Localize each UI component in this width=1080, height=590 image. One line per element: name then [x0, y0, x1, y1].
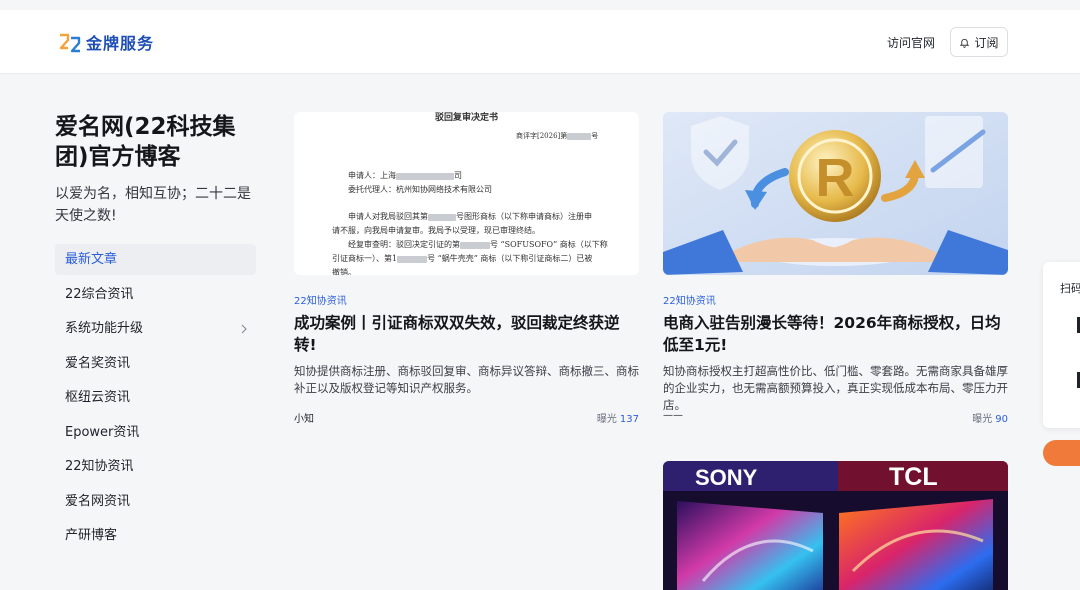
redaction: [460, 241, 490, 249]
logo-text: 金牌服务: [86, 34, 155, 53]
menu-item-latest[interactable]: 最新文章: [55, 244, 256, 275]
doc-text: 商评字[2026]第: [516, 132, 568, 140]
doc-paragraph-line: 撤销。: [332, 268, 356, 275]
menu-item-hub-cloud[interactable]: 枢纽云资讯: [55, 382, 256, 413]
visit-website-link[interactable]: 访问官网: [887, 34, 935, 51]
doc-text: 号: [591, 132, 599, 140]
doc-text: 号图形商标（以下称申请商标）注册申: [456, 212, 592, 221]
tv-brands-illustration: SONY TCL: [663, 461, 1008, 590]
category-menu: 最新文章 22综合资讯 系统功能升级 爱名奖资讯 枢纽云资讯 Epower资讯 …: [55, 244, 256, 555]
view-count: 曝光 90: [972, 410, 1008, 425]
article-card[interactable]: SONY TCL: [663, 461, 1008, 590]
article-title[interactable]: 成功案例丨引证商标双双失效，驳回裁定终获逆转!: [294, 312, 634, 356]
article-excerpt: 知协提供商标注册、商标驳回复审、商标异议答辩、商标撤三、商标补正以及版权登记等知…: [294, 364, 639, 395]
article-thumbnail[interactable]: R: [663, 112, 1008, 275]
view-count-value: 90: [995, 414, 1008, 425]
chevron-right-icon: [241, 324, 247, 334]
menu-item-aiming-news[interactable]: 爱名网资讯: [55, 486, 256, 517]
qr-panel-label: 扫码: [1060, 282, 1080, 295]
doc-text: 引证商标一）、第1: [332, 254, 398, 263]
article-title[interactable]: 电商入驻告别漫长等待！2026年商标授权，日均低至1元!: [663, 312, 1003, 356]
article-thumbnail[interactable]: 驳回复审决定书 商评字[2026]第 号 申请人：上海 司 委托代理人：杭州知协网络…: [294, 112, 639, 275]
category-tag[interactable]: 22知协资讯: [294, 292, 347, 307]
doc-heading: 驳回复审决定书: [435, 113, 499, 123]
site-description: 以爱为名，相知互协；二十二是天使之数!: [55, 186, 251, 224]
article-author: ——: [663, 410, 683, 421]
subscribe-button[interactable]: 订阅: [950, 27, 1008, 57]
subscribe-label: 订阅: [974, 35, 999, 50]
registered-mark-letter: R: [816, 148, 855, 208]
doc-text: 号 “蜗牛壳壳” 商标（以下称引证商标二）已被: [427, 254, 593, 263]
redaction: [396, 172, 454, 180]
logo[interactable]: 金牌服务: [58, 30, 154, 54]
menu-item-system-upgrade[interactable]: 系统功能升级: [55, 313, 256, 344]
trademark-illustration: R: [663, 112, 1008, 275]
redaction: [567, 132, 592, 140]
doc-agent: 委托代理人：杭州知协网络技术有限公司: [348, 185, 492, 194]
redaction: [428, 213, 456, 221]
doc-applicant: 申请人：上海 司: [348, 170, 462, 181]
doc-text: 号 “SOFUSOFO” 商标（以下称: [490, 240, 608, 249]
view-count: 曝光 137: [597, 410, 639, 425]
article-card[interactable]: 驳回复审决定书 商评字[2026]第 号 申请人：上海 司 委托代理人：杭州知协网络…: [294, 112, 639, 432]
view-count-label: 曝光: [596, 414, 617, 425]
view-count-value: 137: [619, 414, 639, 425]
view-count-label: 曝光: [972, 414, 993, 425]
floating-action-button[interactable]: [1043, 440, 1080, 466]
sidebar: 爱名网(22科技集团)官方博客 以爱为名，相知互协；二十二是天使之数! 最新文章…: [55, 112, 260, 543]
doc-text: 申请人：上海: [348, 171, 396, 180]
doc-paragraph-line: 申请人对我局驳回其第 号图形商标（以下称申请商标）注册申: [348, 211, 592, 222]
article-excerpt: 知协商标授权主打超高性价比、低门槛、零套路。无需商家具备雄厚的企业实力，也无需高…: [663, 364, 1008, 412]
doc-paragraph-line: 经复审查明：驳回决定引证的第 号 “SOFUSOFO” 商标（以下称: [348, 239, 608, 250]
site-title: 爱名网(22科技集团)官方博客: [55, 114, 236, 170]
menu-item-22-news[interactable]: 22综合资讯: [55, 279, 256, 310]
menu-item-22-zhixie[interactable]: 22知协资讯: [55, 451, 256, 482]
redaction: [397, 255, 428, 263]
top-bar: 金牌服务 访问官网 订阅: [0, 10, 1080, 74]
menu-item-aiming-award[interactable]: 爱名奖资讯: [55, 348, 256, 379]
menu-item-label: 系统功能升级: [65, 321, 144, 336]
logo-mark-icon: [59, 33, 81, 53]
doc-text: 申请人对我局驳回其第: [348, 212, 428, 221]
doc-reference: 商评字[2026]第 号: [516, 131, 598, 141]
brand-label: TCL: [889, 463, 938, 491]
doc-text: 经复审查明：驳回决定引证的第: [348, 240, 460, 249]
menu-item-rd-blog[interactable]: 产研博客: [55, 520, 256, 551]
category-tag[interactable]: 22知协资讯: [663, 292, 716, 307]
doc-paragraph-line: 请不服，向我局申请复审。我局予以受理，现已审理终结。: [332, 226, 540, 235]
article-author: 小知: [294, 414, 314, 425]
floating-qr-panel[interactable]: 扫码: [1043, 262, 1080, 428]
brand-label: SONY: [695, 465, 758, 490]
doc-text: 司: [454, 171, 462, 180]
doc-paragraph-line: 引证商标一）、第1 号 “蜗牛壳壳” 商标（以下称引证商标二）已被: [332, 253, 592, 264]
menu-item-epower[interactable]: Epower资讯: [55, 417, 256, 448]
article-card[interactable]: R 22知协资讯 电商入驻告别漫长等待！2026年商标授权，日均低至1元! 知协…: [663, 112, 1008, 432]
article-thumbnail[interactable]: SONY TCL: [663, 461, 1008, 590]
bell-icon: [960, 38, 970, 48]
